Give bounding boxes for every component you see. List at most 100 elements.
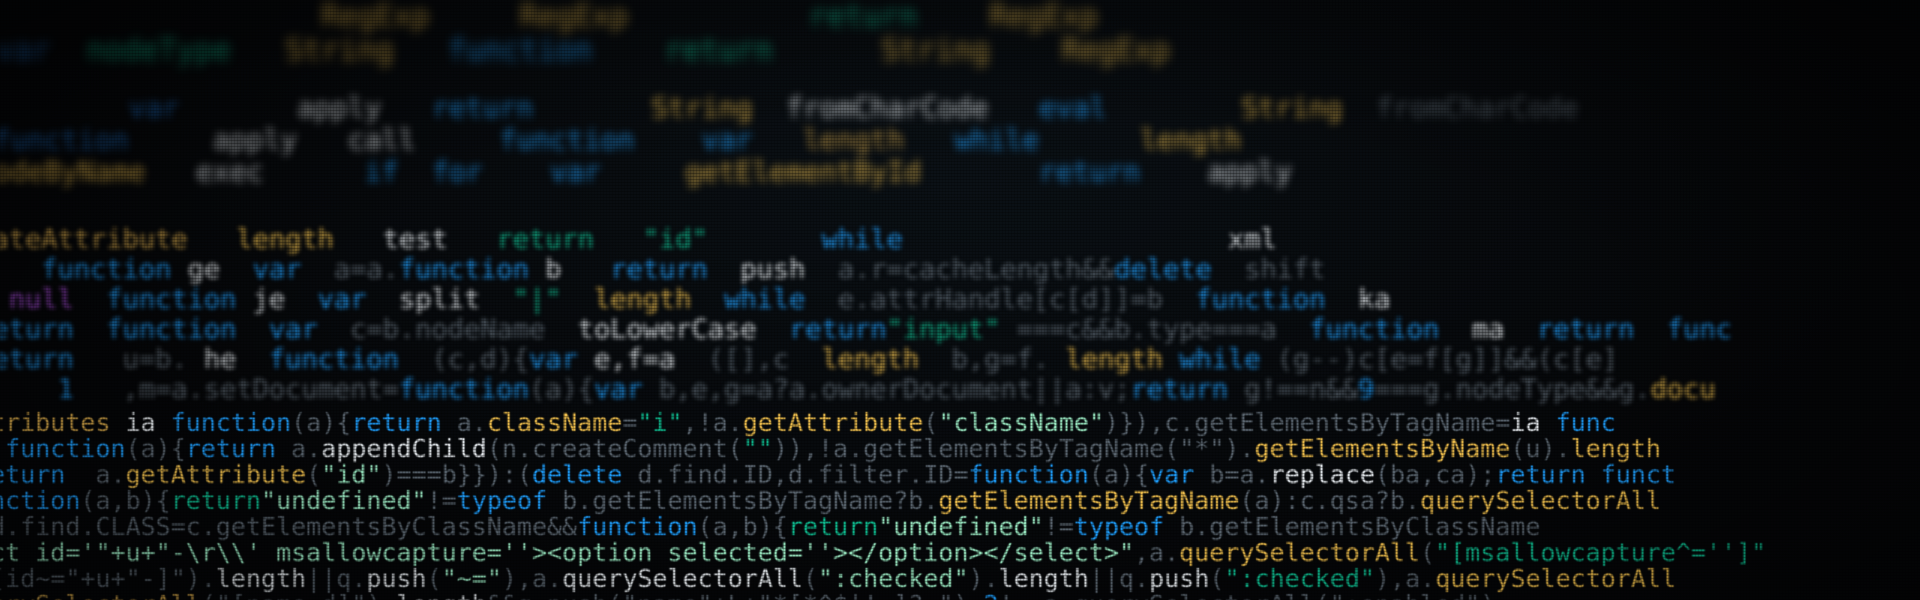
code-token: return xyxy=(0,460,66,489)
code-token: var xyxy=(236,254,318,285)
code-token: ( xyxy=(426,564,442,593)
code-line: attributes ia function(a){return a.class… xyxy=(0,410,1920,436)
code-token: call xyxy=(347,123,416,156)
code-token: function xyxy=(252,344,416,375)
code-token: b.getElementsByTagName?b. xyxy=(547,486,939,515)
code-token: String xyxy=(1241,92,1343,124)
code-token: split xyxy=(382,284,497,315)
code-token: apply xyxy=(212,123,298,156)
code-token: function xyxy=(499,123,635,156)
code-token: fromCharCode xyxy=(786,92,989,124)
code-token: shift xyxy=(1211,254,1326,285)
code-token: length xyxy=(1065,344,1163,375)
code-token: push xyxy=(366,564,427,593)
code-token: eval xyxy=(1038,92,1107,124)
code-token: a. xyxy=(441,410,487,437)
code-token: "id" xyxy=(642,225,708,255)
code-token: (a,b){ xyxy=(697,512,788,541)
code-token: return xyxy=(432,92,534,124)
code-token: while xyxy=(821,225,903,255)
code-token: ,m=a.setDocument= xyxy=(73,374,399,405)
code-token: length xyxy=(397,590,487,600)
code-token: function xyxy=(577,512,698,541)
code-token: getElementsByTagName xyxy=(938,486,1240,515)
code-token: return xyxy=(772,314,887,345)
code-token: lect id='"+u+"-\r\\' msallowcapture=''><… xyxy=(0,538,1134,567)
code-token: return xyxy=(1520,314,1651,345)
code-token: (a,b){ xyxy=(80,486,171,515)
code-token: a. xyxy=(80,460,126,489)
code-token: a. xyxy=(276,434,322,463)
code-line: function(a,b){return"undefined"!=typeof … xyxy=(0,488,1920,514)
code-token: )}),c.getElementsByTagName= xyxy=(1104,410,1511,437)
code-token: ":checked" xyxy=(818,564,969,593)
code-token: fromCharCode xyxy=(1376,92,1579,124)
code-token: return xyxy=(787,512,879,541)
code-token: b=a. xyxy=(1194,460,1270,489)
code-token: querySelectorAll xyxy=(1420,486,1661,515)
code-token: e.attrHandle[c[d]]=b xyxy=(821,284,1180,315)
code-token: ( xyxy=(1209,564,1225,593)
code-token: function xyxy=(1179,284,1342,315)
code-token: b xyxy=(528,254,594,285)
code-token: while xyxy=(1163,344,1261,375)
code-token: 1 xyxy=(57,374,74,405)
code-token: var xyxy=(550,155,601,188)
code-token: getElementById xyxy=(684,155,921,188)
code-token: u=b. xyxy=(90,344,188,375)
code-token: sNodeByName xyxy=(0,155,146,188)
code-token: return xyxy=(0,344,74,375)
code-token: var xyxy=(528,344,578,375)
code-token: return xyxy=(594,254,725,285)
code-token: length xyxy=(1570,434,1661,463)
code-photo: RegExp RegExp return RegExp var nodeType… xyxy=(0,0,1920,600)
code-token: function xyxy=(5,434,126,463)
code-token: return xyxy=(0,314,74,345)
code-token: "i" xyxy=(637,410,683,437)
code-token: !==a.querySelectorAll(":enabled") xyxy=(999,590,1496,600)
code-token: ka xyxy=(1341,284,1391,315)
code-token: "id" xyxy=(321,460,382,489)
code-token: he xyxy=(187,344,253,375)
code-token: length xyxy=(1140,123,1242,156)
code-token: function xyxy=(968,460,1089,489)
code-token: reateAttribute xyxy=(0,225,188,255)
code-token: while xyxy=(954,123,1039,156)
code-line: 1 ,m=a.setDocument=function(a){var b,e,g… xyxy=(0,375,1920,405)
code-token: createComment xyxy=(532,434,728,463)
code-token: RegExp xyxy=(989,0,1098,34)
code-token: (a){ xyxy=(291,410,352,437)
code-line: return a.getAttribute("id")===b}}):(dele… xyxy=(0,462,1920,488)
code-token: (ba,ca); xyxy=(1374,460,1496,489)
code-token: RegExp xyxy=(321,0,430,34)
code-token: querySelectorAll xyxy=(562,564,803,593)
code-token: ||q. xyxy=(306,564,367,593)
code-line: RegExp RegExp return RegExp xyxy=(0,0,1920,34)
code-token: xml xyxy=(1228,225,1277,255)
code-line: lect id='"+u+"-\r\\' msallowcapture=''><… xyxy=(0,540,1920,566)
code-token: delete xyxy=(532,460,623,489)
code-line: querySelectorAll("[name=d]").length&&q.p… xyxy=(0,592,1920,600)
code-token: "[id~="+u+"-]"). xyxy=(0,564,216,593)
code-token: return xyxy=(351,410,442,437)
code-token: )===b}}):( xyxy=(381,460,532,489)
code-token: querySelectorAll xyxy=(1179,538,1420,567)
